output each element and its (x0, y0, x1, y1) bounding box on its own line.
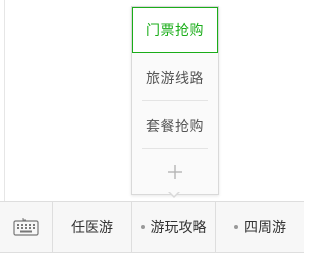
menu-item-around-tour[interactable]: 四周游 (216, 202, 304, 252)
bottom-menu-bar: 任医游 游玩攻略 四周游 (0, 201, 304, 253)
submenu-indicator-icon (140, 225, 145, 229)
keyboard-toggle-button[interactable] (0, 202, 53, 252)
wechat-menu-screen: 门票抢购 旅游线路 套餐抢购 任医游 游玩攻略 四周游 (0, 0, 304, 260)
submenu-caret (168, 191, 180, 198)
page-edge-divider (4, 0, 5, 202)
submenu-divider (142, 100, 208, 101)
submenu-item-label: 套餐抢购 (146, 119, 204, 135)
submenu-indicator-icon (234, 225, 238, 229)
submenu-item-package-sale[interactable]: 套餐抢购 (132, 103, 218, 149)
menu-item-label: 任医游 (71, 220, 113, 236)
keyboard-icon (13, 218, 39, 236)
submenu-item-travel-routes[interactable]: 旅游线路 (132, 55, 218, 101)
menu-item-ren-yi-you[interactable]: 任医游 (53, 202, 132, 252)
menu-item-label: 四周游 (244, 220, 286, 236)
submenu-item-label: 旅游线路 (146, 71, 204, 87)
submenu-item-ticket-sale[interactable]: 门票抢购 (132, 7, 218, 53)
submenu-popup: 门票抢购 旅游线路 套餐抢购 (131, 6, 219, 195)
menu-item-label: 游玩攻略 (150, 220, 207, 236)
submenu-divider (142, 148, 208, 149)
menu-item-travel-guide[interactable]: 游玩攻略 (132, 202, 216, 252)
submenu-item-label: 门票抢购 (146, 23, 204, 39)
plus-icon (168, 165, 182, 179)
add-submenu-button[interactable] (132, 151, 218, 193)
